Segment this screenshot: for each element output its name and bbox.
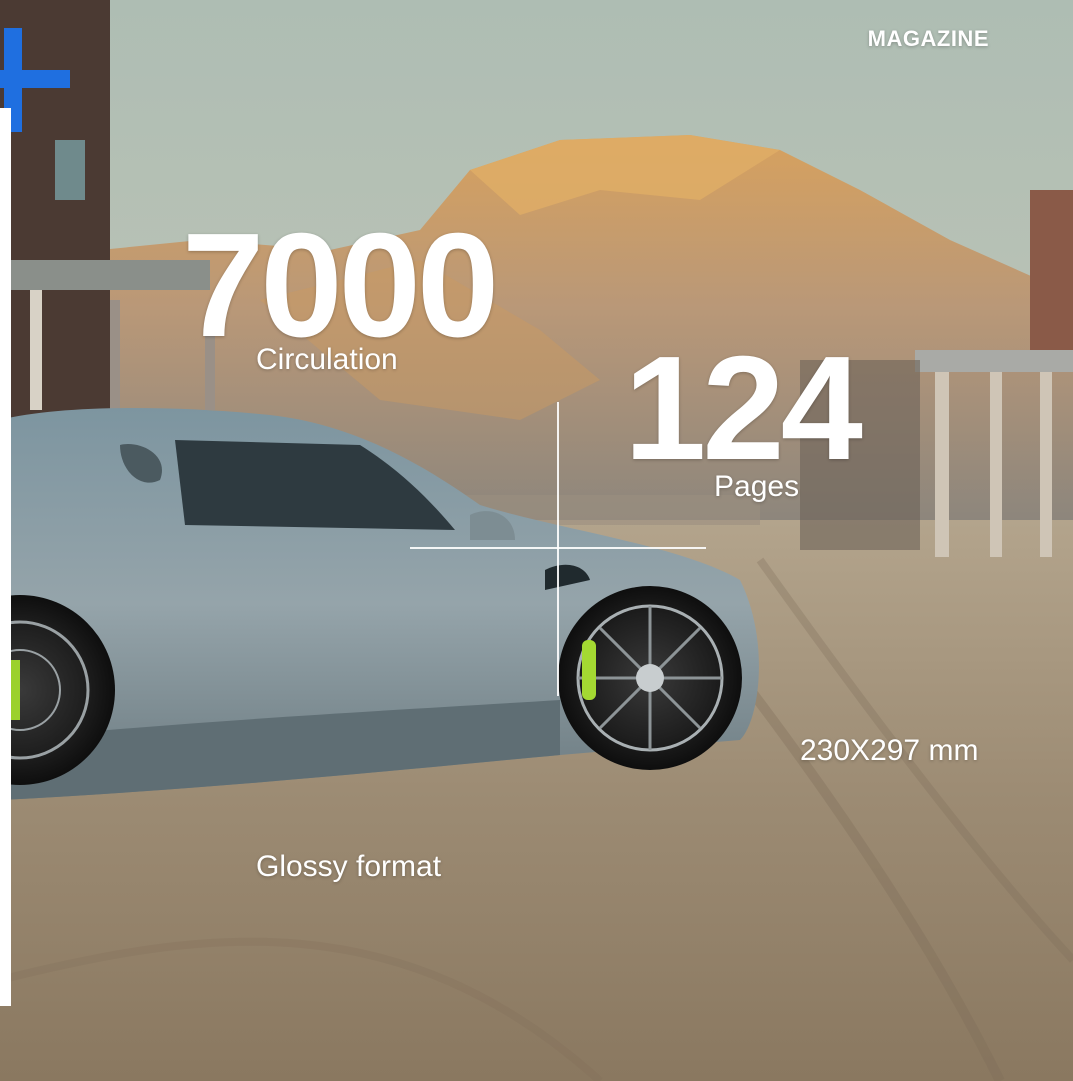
- pages-value: 124: [624, 326, 863, 491]
- dimensions-label: 230X297 mm: [800, 734, 979, 767]
- background-photo: [0, 0, 1073, 1081]
- side-rail: [0, 108, 11, 1006]
- crosshair-horizontal: [410, 547, 706, 549]
- section-label: MAGAZINE: [867, 26, 989, 51]
- circulation-label: Circulation: [256, 343, 398, 376]
- crosshair-vertical: [557, 402, 559, 696]
- pages-label: Pages: [714, 470, 800, 503]
- circulation-value: 7000: [182, 203, 499, 368]
- format-label: Glossy format: [256, 850, 442, 883]
